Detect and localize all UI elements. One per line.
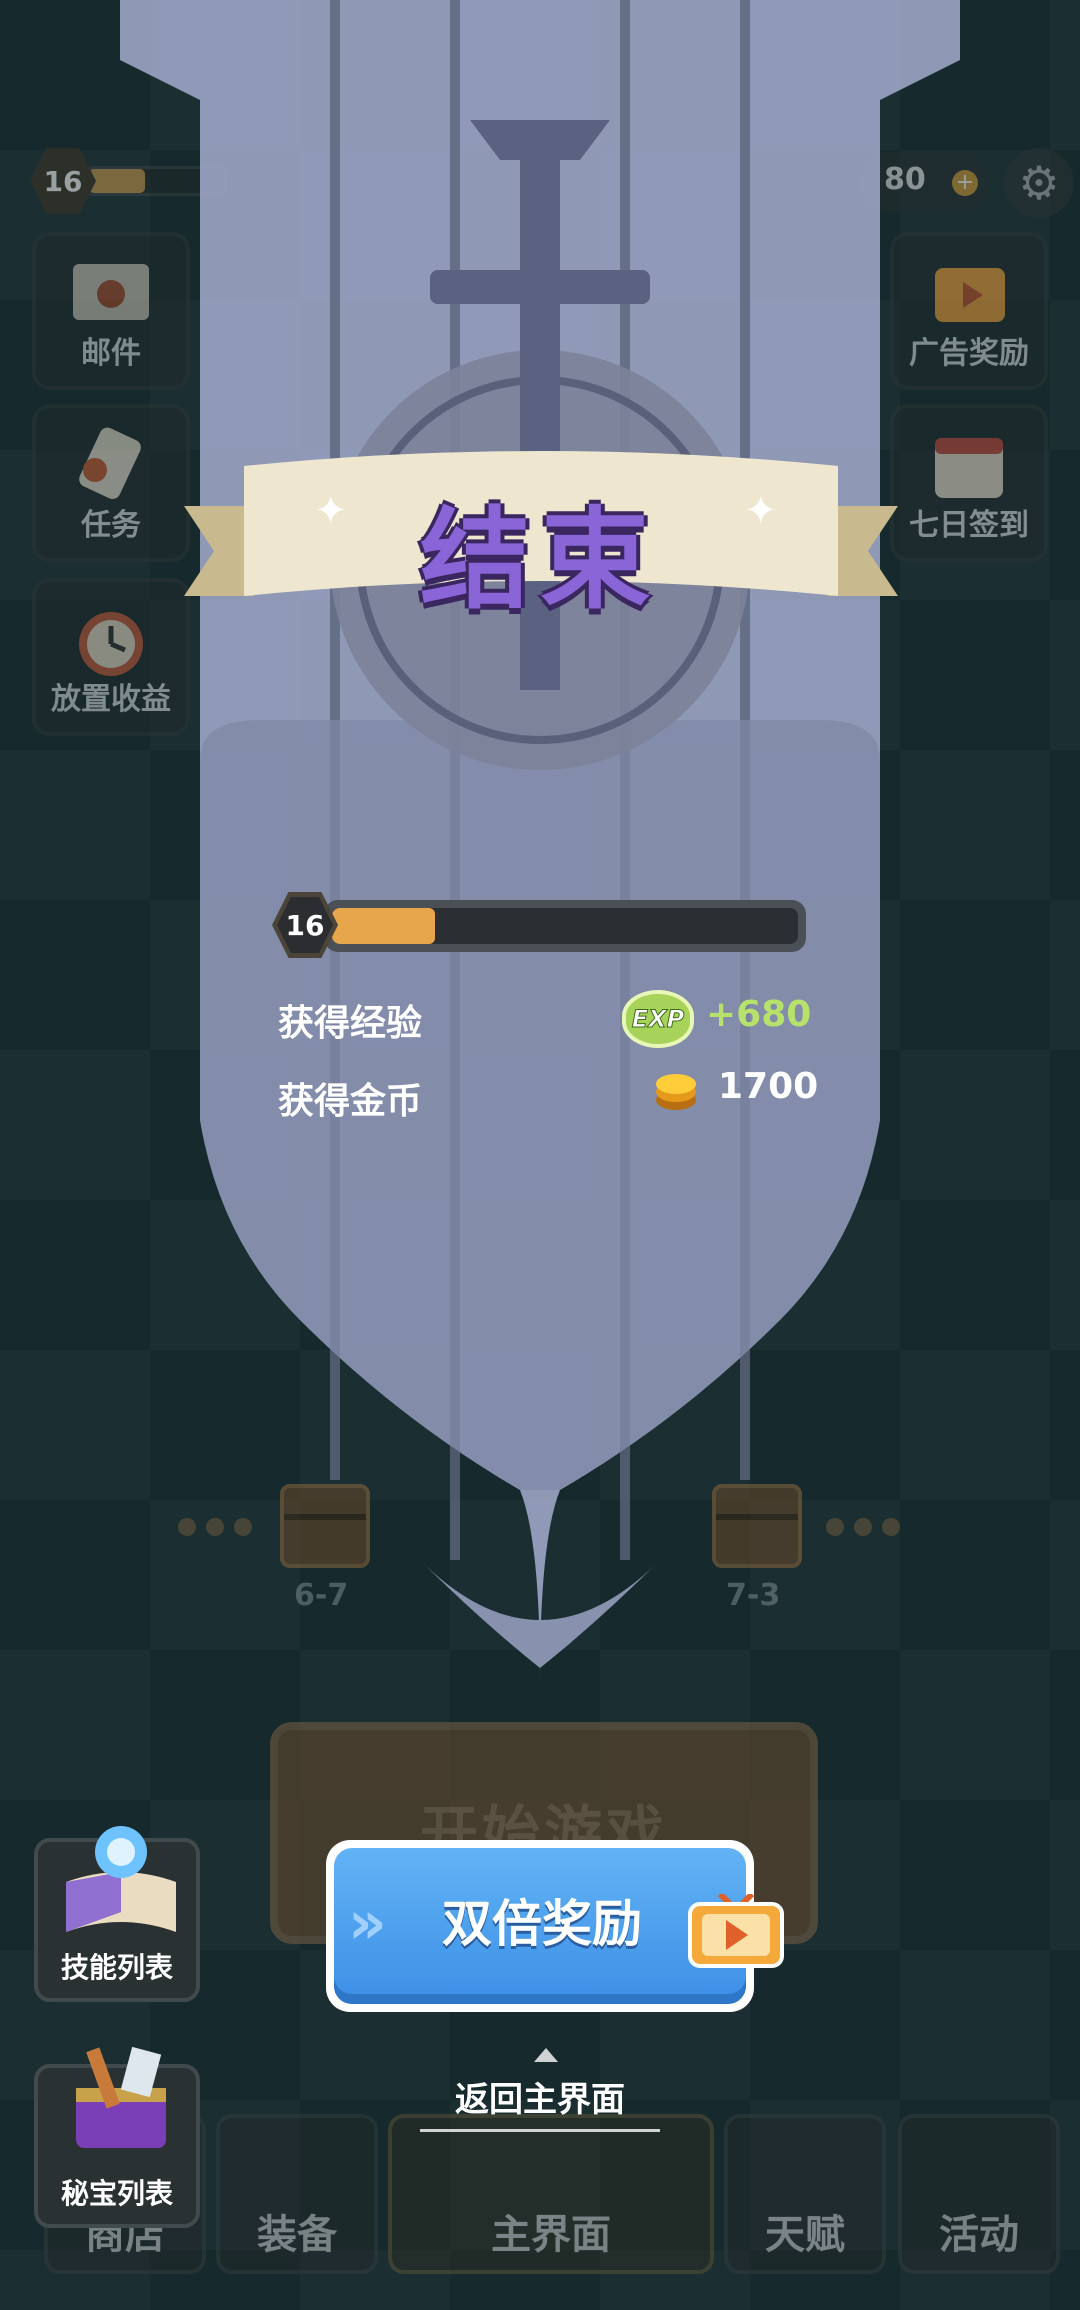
nav-activity[interactable]: 活动 (898, 2114, 1060, 2274)
back-to-main-underline (420, 2129, 660, 2132)
nav-talent[interactable]: 天赋 (724, 2114, 886, 2274)
result-title: 结束 (420, 496, 660, 624)
back-to-main-button[interactable]: 返回主界面 (400, 2072, 680, 2132)
nav-main-label: 主界面 (491, 2212, 611, 2258)
chevron-right-icon: » (348, 1888, 387, 1958)
back-to-main-label: 返回主界面 (455, 2080, 625, 2120)
result-level-fill (332, 908, 435, 944)
exp-reward-label: 获得经验 (278, 1003, 423, 1044)
result-level-bar: 16 (272, 892, 806, 958)
result-level-number: 16 (277, 897, 333, 953)
result-banner (120, 0, 960, 1680)
treasure-list-label: 秘宝列表 (60, 2177, 173, 2210)
gold-reward-value: 1700 (718, 1066, 819, 1107)
tv-play-icon (688, 1894, 784, 1968)
double-reward-label: 双倍奖励 (442, 1895, 642, 1953)
result-level-progress (324, 900, 806, 952)
nav-talent-label: 天赋 (765, 2212, 845, 2258)
nav-activity-label: 活动 (939, 2212, 1019, 2258)
chevron-up-icon (534, 2048, 558, 2062)
skill-list-button[interactable]: 技能列表 (34, 1826, 200, 2002)
gold-reward-label: 获得金币 (278, 1081, 423, 1122)
treasure-chest-icon (76, 2046, 166, 2148)
exp-badge-text: EXP (631, 1005, 685, 1034)
skill-book-icon (66, 1826, 176, 1932)
nav-equipment-label: 装备 (257, 2212, 337, 2258)
nav-equipment[interactable]: 装备 (216, 2114, 378, 2274)
exp-icon: EXP (622, 990, 694, 1048)
nav-main[interactable]: 主界面 (388, 2114, 714, 2274)
gold-coin-icon (656, 1074, 696, 1110)
skill-list-label: 技能列表 (60, 1951, 173, 1984)
exp-reward-value: +680 (706, 994, 812, 1035)
treasure-list-button[interactable]: 秘宝列表 (34, 2046, 200, 2228)
